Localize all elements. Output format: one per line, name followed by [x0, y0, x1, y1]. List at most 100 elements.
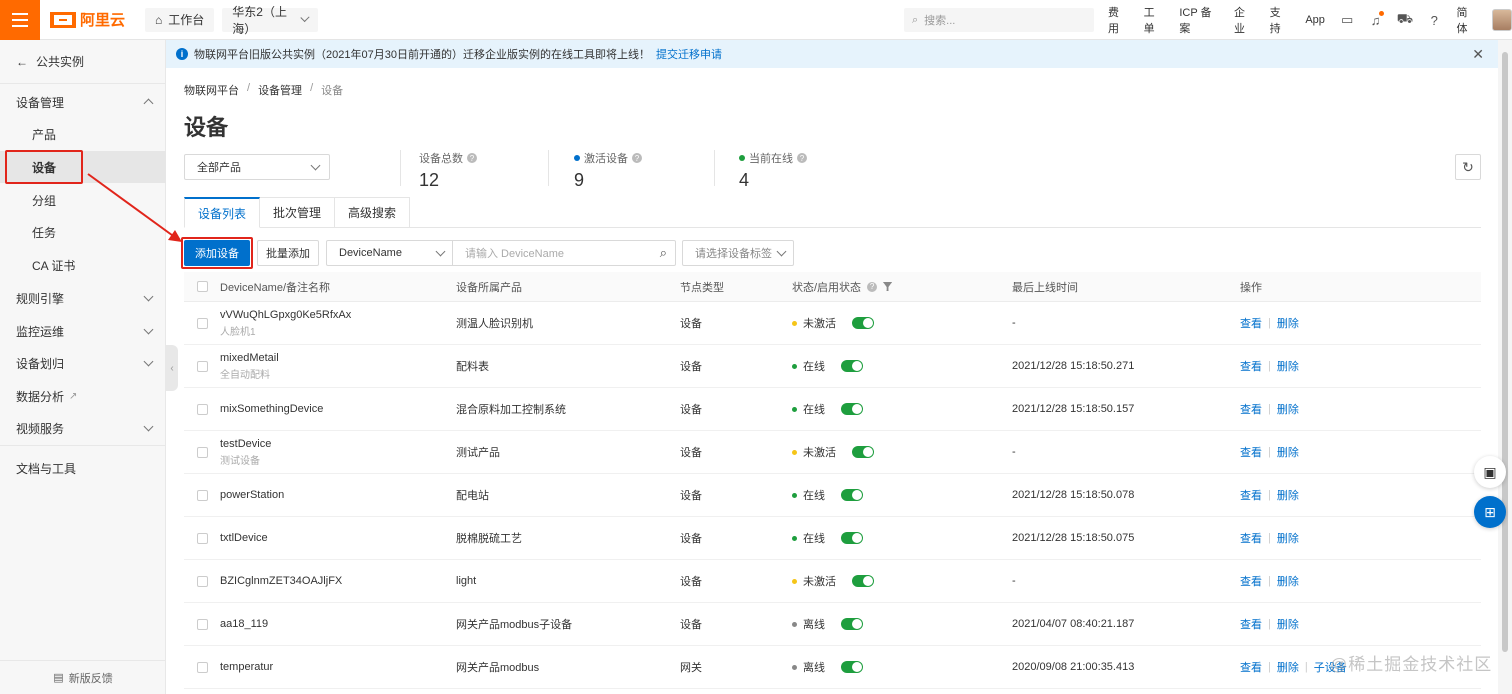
menu-icon[interactable] [0, 0, 40, 40]
device-name[interactable]: BZICglnmZET34OAJljFX [220, 575, 456, 587]
chat-button[interactable]: ▣ [1474, 456, 1506, 488]
region-select[interactable]: 华东2（上海） [222, 5, 319, 36]
enable-toggle[interactable] [841, 618, 863, 630]
device-name[interactable]: testDevice [220, 438, 456, 450]
view-link[interactable]: 查看 [1240, 487, 1262, 503]
help-icon[interactable]: ? [867, 281, 878, 292]
view-link[interactable]: 查看 [1240, 573, 1262, 589]
view-link[interactable]: 查看 [1240, 444, 1262, 460]
tab-batch-management[interactable]: 批次管理 [260, 197, 336, 228]
enable-toggle[interactable] [841, 360, 863, 372]
enable-toggle[interactable] [852, 575, 874, 587]
row-checkbox[interactable] [196, 661, 208, 673]
help-icon[interactable]: ? [632, 153, 642, 163]
avatar[interactable] [1492, 9, 1512, 31]
device-name[interactable]: powerStation [220, 489, 456, 501]
enable-toggle[interactable] [841, 661, 863, 673]
brand-logo[interactable]: 阿里云 [50, 9, 125, 30]
delete-link[interactable]: 删除 [1277, 659, 1299, 675]
device-tag-select[interactable]: 请选择设备标签 [682, 240, 794, 266]
apps-button[interactable]: ⊞ [1474, 496, 1506, 528]
enable-toggle[interactable] [841, 532, 863, 544]
sidebar-collapse-handle[interactable]: ‹ [166, 345, 178, 391]
device-name[interactable]: temperatur [220, 661, 456, 673]
link-support[interactable]: 支持 [1270, 4, 1290, 36]
link-enterprise[interactable]: 企业 [1234, 4, 1254, 36]
delete-link[interactable]: 删除 [1277, 315, 1299, 331]
global-search-input[interactable]: ⌕ 搜索... [904, 8, 1094, 32]
cart-icon[interactable]: ⛟ [1397, 11, 1413, 27]
search-icon[interactable]: ⌕ [660, 245, 667, 261]
row-checkbox[interactable] [196, 403, 208, 415]
feedback-button[interactable]: ▤ 新版反馈 [0, 660, 166, 694]
refresh-button[interactable]: ↻ [1455, 154, 1481, 180]
link-icp[interactable]: ICP 备案 [1179, 4, 1218, 36]
terminal-icon[interactable]: ▭ [1341, 12, 1354, 27]
back-to-instances[interactable]: ← 公共实例 [0, 40, 165, 84]
add-device-button[interactable]: 添加设备 [184, 240, 250, 266]
help-icon[interactable]: ? [797, 153, 807, 163]
sidebar-group-video[interactable]: 视频服务 [0, 412, 166, 444]
row-checkbox[interactable] [196, 489, 208, 501]
filter-icon[interactable] [883, 282, 893, 291]
row-checkbox[interactable] [196, 618, 208, 630]
sidebar-group-rule-engine[interactable]: 规则引擎 [0, 282, 166, 314]
view-link[interactable]: 查看 [1240, 358, 1262, 374]
batch-add-button[interactable]: 批量添加 [257, 240, 319, 266]
sidebar-group-data-analysis[interactable]: 数据分析 ↗ [0, 380, 166, 412]
link-tickets[interactable]: 工单 [1144, 4, 1164, 36]
delete-link[interactable]: 删除 [1277, 444, 1299, 460]
device-name[interactable]: mixedMetail [220, 352, 456, 364]
view-link[interactable]: 查看 [1240, 530, 1262, 546]
bell-icon[interactable]: ♫ [1369, 11, 1384, 28]
delete-link[interactable]: 删除 [1277, 401, 1299, 417]
workbench-button[interactable]: ⌂ 工作台 [145, 7, 215, 32]
select-all-checkbox[interactable] [196, 281, 208, 292]
language-switch[interactable]: 简体 [1456, 4, 1476, 36]
tab-advanced-search[interactable]: 高级搜索 [335, 197, 411, 228]
view-link[interactable]: 查看 [1240, 659, 1262, 675]
sidebar-item-device[interactable]: 设备 [0, 151, 166, 183]
help-icon[interactable]: ? [467, 153, 477, 163]
page-scrollbar[interactable] [1498, 40, 1512, 694]
device-name[interactable]: aa18_119 [220, 618, 456, 630]
search-field-select[interactable]: DeviceName [327, 241, 453, 265]
close-icon[interactable]: ✕ [1472, 46, 1484, 63]
tab-device-list[interactable]: 设备列表 [184, 197, 261, 228]
delete-link[interactable]: 删除 [1277, 616, 1299, 632]
view-link[interactable]: 查看 [1240, 616, 1262, 632]
scrollbar-thumb[interactable] [1502, 52, 1508, 652]
sidebar-group-docs-tools[interactable]: 文档与工具 [0, 452, 166, 484]
delete-link[interactable]: 删除 [1277, 573, 1299, 589]
link-fees[interactable]: 费用 [1108, 4, 1128, 36]
sidebar-item-ca-cert[interactable]: CA 证书 [0, 249, 166, 281]
notice-link[interactable]: 提交迁移申请 [656, 46, 722, 62]
delete-link[interactable]: 删除 [1277, 487, 1299, 503]
breadcrumb-item[interactable]: 设备管理 [258, 82, 302, 98]
sidebar-item-group[interactable]: 分组 [0, 184, 166, 216]
row-checkbox[interactable] [196, 532, 208, 544]
sidebar-group-device-management[interactable]: 设备管理 [0, 86, 166, 118]
enable-toggle[interactable] [852, 446, 874, 458]
device-name[interactable]: mixSomethingDevice [220, 403, 456, 415]
sidebar-group-device-allocation[interactable]: 设备划归 [0, 347, 166, 379]
device-search-input[interactable]: 请输入 DeviceName ⌕ [453, 241, 675, 265]
product-select[interactable]: 全部产品 [184, 154, 330, 180]
row-checkbox[interactable] [196, 575, 208, 587]
enable-toggle[interactable] [841, 489, 863, 501]
sidebar-item-product[interactable]: 产品 [0, 118, 166, 150]
breadcrumb-item[interactable]: 物联网平台 [184, 82, 239, 98]
view-link[interactable]: 查看 [1240, 315, 1262, 331]
enable-toggle[interactable] [852, 317, 874, 329]
sidebar-item-task[interactable]: 任务 [0, 216, 166, 248]
sidebar-group-monitoring[interactable]: 监控运维 [0, 315, 166, 347]
row-checkbox[interactable] [196, 446, 208, 458]
help-icon[interactable]: ? [1428, 13, 1441, 28]
enable-toggle[interactable] [841, 403, 863, 415]
delete-link[interactable]: 删除 [1277, 358, 1299, 374]
view-link[interactable]: 查看 [1240, 401, 1262, 417]
device-name[interactable]: txtlDevice [220, 532, 456, 544]
delete-link[interactable]: 删除 [1277, 530, 1299, 546]
device-name[interactable]: vVWuQhLGpxg0Ke5RfxAx [220, 309, 456, 321]
row-checkbox[interactable] [196, 317, 208, 329]
